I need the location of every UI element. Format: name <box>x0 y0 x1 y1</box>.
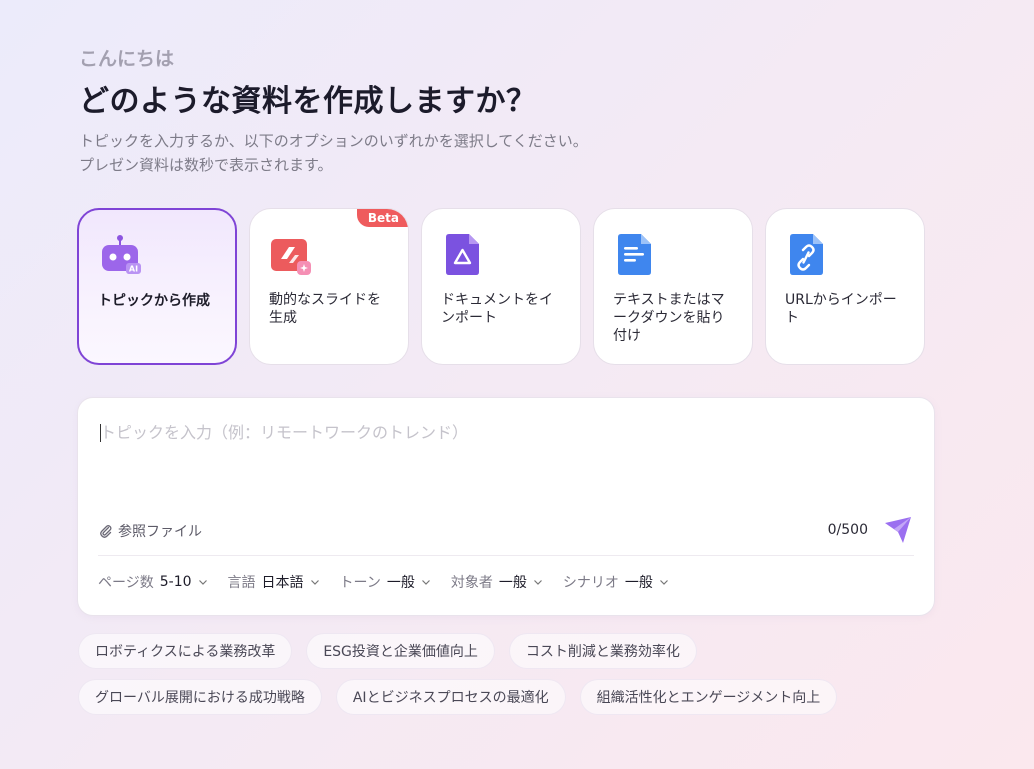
greeting: こんにちは <box>79 48 175 70</box>
option-key: シナリオ <box>562 575 619 591</box>
card-label: テキストまたはマークダウンを貼り付け <box>613 292 725 344</box>
link-document-icon <box>790 234 823 275</box>
card-import-from-url[interactable]: URLからインポート <box>765 208 925 365</box>
suggestion-chip[interactable]: ESG投資と企業価値向上 <box>306 633 495 669</box>
option-value: 一般 <box>386 575 415 591</box>
option-value: 5-10 <box>159 574 192 590</box>
card-paste-text-markdown[interactable]: テキストまたはマークダウンを貼り付け <box>593 208 753 365</box>
suggestion-row: グローバル展開における成功戦略 AIとビジネスプロセスの最適化 組織活性化とエン… <box>78 679 938 715</box>
chevron-down-icon <box>533 580 542 585</box>
card-generate-dynamic-slides[interactable]: Beta 動的なスライドを生成 <box>249 208 409 365</box>
audience-dropdown[interactable]: 対象者 一般 <box>451 572 543 592</box>
option-value: 日本語 <box>261 575 304 591</box>
generation-options: ページ数 5-10 言語 日本語 トーン 一般 対象者 一般 シナリオ 一般 <box>98 572 669 592</box>
send-icon[interactable] <box>882 514 914 546</box>
suggestion-chip[interactable]: コスト削減と業務効率化 <box>508 633 697 669</box>
language-dropdown[interactable]: 言語 日本語 <box>228 572 320 592</box>
card-label: ドキュメントをインポート <box>441 292 553 326</box>
card-create-from-topic[interactable]: AI トピックから作成 <box>77 208 237 365</box>
suggestion-chip[interactable]: グローバル展開における成功戦略 <box>78 679 322 715</box>
subtitle-line-1: トピックを入力するか、以下のオプションのいずれかを選択してください。 <box>79 132 588 150</box>
page-title: どのような資料を作成しますか？ <box>79 84 537 119</box>
suggestion-chip[interactable]: 組織活性化とエンゲージメント向上 <box>579 679 838 715</box>
card-import-document[interactable]: ドキュメントをインポート <box>421 208 581 365</box>
chevron-down-icon <box>198 580 207 585</box>
suggestion-chip[interactable]: AIとビジネスプロセスの最適化 <box>335 679 566 715</box>
topic-input[interactable] <box>100 418 900 446</box>
creation-options: AI トピックから作成 Beta 動的なスライドを生成 ドキュメントをインポート <box>77 208 925 365</box>
chevron-down-icon <box>659 580 668 585</box>
svg-text:AI: AI <box>129 265 138 274</box>
option-key: 言語 <box>227 575 256 591</box>
dynamic-slides-icon <box>271 239 311 275</box>
card-label: 動的なスライドを生成 <box>269 292 381 326</box>
page-count-dropdown[interactable]: ページ数 5-10 <box>98 572 208 592</box>
tone-dropdown[interactable]: トーン 一般 <box>340 572 431 592</box>
option-value: 一般 <box>624 575 653 591</box>
divider <box>98 555 914 556</box>
option-key: ページ数 <box>98 575 154 591</box>
option-value: 一般 <box>498 575 527 591</box>
scenario-dropdown[interactable]: シナリオ 一般 <box>563 572 669 592</box>
reference-file-label: 参照ファイル <box>118 524 202 540</box>
subtitle-line-2: プレゼン資料は数秒で表示されます。 <box>79 156 333 174</box>
robot-ai-icon: AI <box>102 235 141 274</box>
option-key: トーン <box>339 575 381 591</box>
option-key: 対象者 <box>450 575 493 591</box>
google-drive-doc-icon <box>446 234 479 275</box>
text-document-icon <box>618 234 651 275</box>
reference-file-button[interactable]: 参照ファイル <box>98 521 202 541</box>
character-counter: 0/500 <box>827 522 868 538</box>
chevron-down-icon <box>310 580 319 585</box>
paperclip-icon <box>100 525 112 538</box>
chevron-down-icon <box>421 580 430 585</box>
card-label: トピックから作成 <box>98 293 210 309</box>
topic-input-panel: 参照ファイル 0/500 ページ数 5-10 言語 日本語 トーン 一般 対象者… <box>77 397 935 616</box>
suggested-topics: ロボティクスによる業務改革 ESG投資と企業価値向上 コスト削減と業務効率化 グ… <box>78 633 938 725</box>
card-label: URLからインポート <box>785 292 897 326</box>
suggestion-chip[interactable]: ロボティクスによる業務改革 <box>78 633 293 669</box>
beta-badge: Beta <box>356 209 408 227</box>
suggestion-row: ロボティクスによる業務改革 ESG投資と企業価値向上 コスト削減と業務効率化 <box>78 633 938 669</box>
